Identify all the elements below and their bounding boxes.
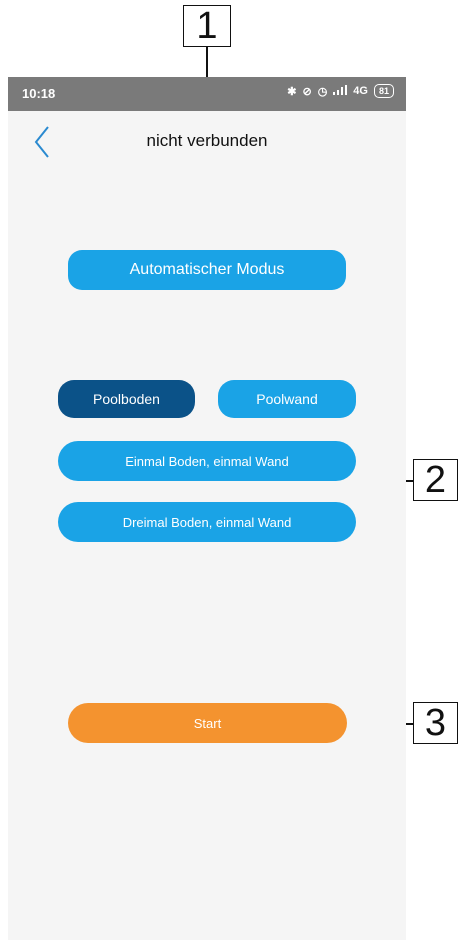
phone-screen: 10:18 ✱ ⊘ ◷ 4G 81 nicht verbunden Automa… bbox=[8, 77, 406, 940]
start-button[interactable]: Start bbox=[68, 703, 347, 743]
callout-1: 1 bbox=[183, 5, 231, 47]
vibrate-off-icon: ⊘ bbox=[302, 85, 312, 98]
poolwand-button[interactable]: Poolwand bbox=[218, 380, 356, 418]
status-bar: 10:18 ✱ ⊘ ◷ 4G 81 bbox=[8, 77, 406, 111]
callout-3: 3 bbox=[413, 702, 458, 744]
battery-icon: 81 bbox=[373, 84, 394, 98]
status-icons: ✱ ⊘ ◷ 4G 81 bbox=[287, 84, 394, 98]
einmal-boden-einmal-wand-button[interactable]: Einmal Boden, einmal Wand bbox=[58, 441, 356, 481]
signal-icon bbox=[333, 84, 348, 98]
dreimal-boden-einmal-wand-button[interactable]: Dreimal Boden, einmal Wand bbox=[58, 502, 356, 542]
connection-status-title: nicht verbunden bbox=[146, 131, 268, 150]
bluetooth-icon: ✱ bbox=[287, 85, 297, 98]
network-type: 4G bbox=[353, 85, 368, 97]
alarm-icon: ◷ bbox=[317, 85, 328, 98]
poolboden-button[interactable]: Poolboden bbox=[58, 380, 195, 418]
status-time: 10:18 bbox=[22, 86, 56, 101]
callout-2: 2 bbox=[413, 459, 458, 501]
automatic-mode-button[interactable]: Automatischer Modus bbox=[68, 250, 346, 290]
